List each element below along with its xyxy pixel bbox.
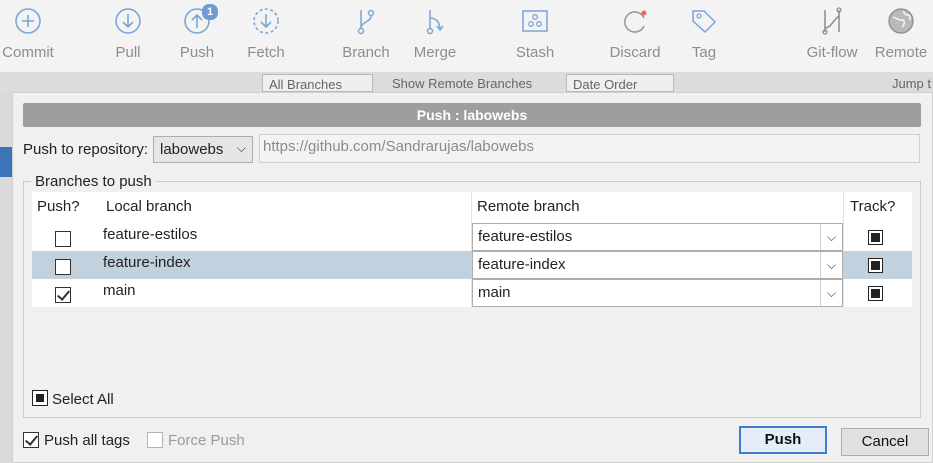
repo-url-field: https://github.com/Sandrarujas/labowebs — [259, 134, 920, 163]
table-row[interactable]: main main ⌵ — [32, 279, 912, 307]
remote-branch-select[interactable]: main ⌵ — [472, 279, 843, 307]
col-header-local: Local branch — [106, 198, 192, 215]
track-checkbox[interactable] — [868, 230, 883, 245]
push-dialog: Push : labowebs Push to repository: labo… — [12, 92, 933, 463]
repo-label: Push to repository: — [23, 141, 149, 158]
table-row[interactable]: feature-index feature-index ⌵ — [32, 251, 912, 279]
chevron-down-icon: ⌵ — [820, 252, 842, 278]
select-all-label[interactable]: Select All — [52, 391, 114, 408]
repo-select-value: labowebs — [160, 141, 224, 158]
tag-button[interactable]: Tag — [669, 6, 739, 61]
discard-button[interactable]: Discard — [600, 6, 670, 61]
remote-button[interactable]: Remote — [866, 6, 933, 61]
toolbar: Commit Pull 1 Push Fetch Branch Merge St… — [0, 0, 933, 72]
push-checkbox[interactable] — [55, 259, 71, 275]
sidebar-selected-marker — [0, 147, 12, 177]
col-header-remote: Remote branch — [477, 198, 580, 215]
fetch-icon — [253, 8, 279, 34]
branch-button[interactable]: Branch — [331, 6, 401, 61]
chevron-down-icon: ⌵ — [820, 224, 842, 250]
push-checkbox[interactable] — [55, 231, 71, 247]
branch-icon — [357, 9, 375, 35]
pull-button[interactable]: Pull — [93, 6, 163, 61]
fetch-button[interactable]: Fetch — [231, 6, 301, 61]
table-row[interactable]: feature-estilos feature-estilos ⌵ — [32, 223, 912, 251]
jump-to-label: Jump t — [892, 76, 932, 91]
force-push-label[interactable]: Force Push — [168, 432, 245, 449]
branches-group-title: Branches to push — [31, 173, 156, 190]
track-checkbox[interactable] — [868, 258, 883, 273]
pull-icon — [115, 8, 141, 34]
tag-icon — [692, 10, 717, 34]
cancel-button[interactable]: Cancel — [841, 428, 929, 456]
show-remote-branches-checkbox[interactable]: Show Remote Branches — [386, 74, 556, 92]
dialog-title: Push : labowebs — [23, 103, 921, 127]
stash-icon — [522, 10, 548, 32]
push-button[interactable]: 1 Push — [162, 4, 232, 61]
commit-button[interactable]: Commit — [0, 6, 63, 61]
remote-branch-value: feature-index — [478, 256, 566, 273]
branches-table: Push? Local branch Remote branch Track? … — [32, 192, 912, 307]
push-all-tags-label[interactable]: Push all tags — [44, 432, 130, 449]
local-branch-name: feature-index — [103, 254, 191, 271]
push-all-tags-checkbox[interactable] — [23, 432, 39, 448]
remote-branch-value: main — [478, 284, 511, 301]
merge-icon — [426, 10, 444, 35]
push-checkbox[interactable] — [55, 287, 71, 303]
col-header-push: Push? — [37, 198, 80, 215]
local-branch-name: main — [103, 282, 136, 299]
git-flow-icon — [822, 7, 842, 35]
date-order-select[interactable]: Date Order — [566, 74, 674, 92]
repo-select[interactable]: labowebs ⌵ — [153, 136, 253, 163]
col-header-track: Track? — [850, 198, 896, 215]
local-branch-name: feature-estilos — [103, 226, 198, 243]
discard-icon — [624, 10, 647, 33]
git-flow-button[interactable]: Git-flow — [797, 6, 867, 61]
branches-filter-select[interactable]: All Branches — [262, 74, 373, 92]
chevron-down-icon: ⌵ — [820, 280, 842, 306]
chevron-down-icon: ⌵ — [236, 141, 246, 155]
remote-branch-select[interactable]: feature-index ⌵ — [472, 251, 843, 279]
force-push-checkbox[interactable] — [147, 432, 163, 448]
select-all-checkbox[interactable] — [32, 390, 48, 406]
merge-button[interactable]: Merge — [400, 6, 470, 61]
stash-button[interactable]: Stash — [500, 6, 570, 61]
push-confirm-button[interactable]: Push — [739, 426, 827, 454]
commit-icon — [15, 8, 41, 34]
push-count-badge: 1 — [202, 4, 219, 20]
remote-branch-select[interactable]: feature-estilos ⌵ — [472, 223, 843, 251]
remote-branch-value: feature-estilos — [478, 228, 573, 245]
remote-icon — [888, 8, 914, 34]
track-checkbox[interactable] — [868, 286, 883, 301]
